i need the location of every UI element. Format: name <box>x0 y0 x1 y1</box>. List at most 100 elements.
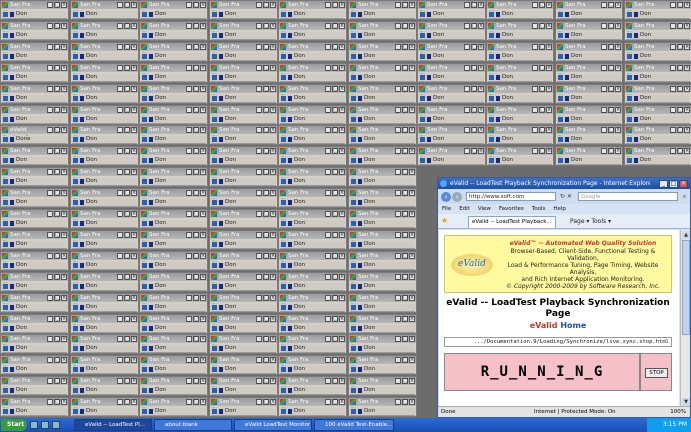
mini-viewport[interactable] <box>419 102 484 103</box>
mini-browser-window[interactable]: San Fra_□×StopDon <box>348 334 417 354</box>
mini-title-bar[interactable]: San Fra _ □ × <box>487 64 553 72</box>
mini-viewport[interactable] <box>350 206 415 207</box>
maximize-icon[interactable]: □ <box>539 2 545 8</box>
mini-browser-window[interactable]: San Fra_□×StopDon <box>0 376 69 396</box>
mini-browser-window[interactable]: San Fra_□×StopDon <box>70 42 139 62</box>
minimize-icon[interactable]: _ <box>117 148 123 154</box>
close-icon[interactable]: × <box>478 44 484 50</box>
maximize-icon[interactable]: □ <box>193 253 199 259</box>
maximize-icon[interactable]: □ <box>263 253 269 259</box>
mini-viewport[interactable] <box>626 143 690 144</box>
mini-browser-window[interactable]: San Fra_□×StopDon <box>348 42 417 62</box>
mini-title-bar[interactable]: San Fra _ □ × <box>349 106 416 114</box>
mini-browser-window[interactable]: San Fra_□×StopDon <box>278 188 347 208</box>
quicklaunch-desktop-icon[interactable] <box>30 421 38 429</box>
close-icon[interactable]: × <box>409 169 415 175</box>
maximize-icon[interactable]: □ <box>402 274 408 280</box>
mini-browser-window[interactable]: San Fra_□×StopDon <box>139 314 208 334</box>
maximize-icon[interactable]: □ <box>193 295 199 301</box>
close-icon[interactable]: × <box>270 107 276 113</box>
mini-title-bar[interactable]: San Fra _ □ × <box>210 231 277 239</box>
minimize-icon[interactable]: _ <box>325 378 331 384</box>
mini-browser-window[interactable]: San Fra_□×StopDon <box>139 209 208 229</box>
mini-title-bar[interactable]: San Fra _ □ × <box>1 168 68 176</box>
mini-viewport[interactable] <box>350 311 415 312</box>
mini-browser-window[interactable]: San Fra_□×StopDon <box>209 105 278 125</box>
minimize-icon[interactable]: _ <box>117 44 123 50</box>
minimize-icon[interactable]: _ <box>186 253 192 259</box>
mini-viewport[interactable] <box>350 373 415 374</box>
minimize-icon[interactable]: _ <box>464 148 470 154</box>
minimize-icon[interactable]: _ <box>117 378 123 384</box>
mini-browser-window[interactable]: San Fra_□×StopDon <box>0 188 69 208</box>
maximize-icon[interactable]: □ <box>124 357 130 363</box>
mini-browser-window[interactable]: San Fra_□×StopDon <box>278 146 347 166</box>
minimize-icon[interactable]: _ <box>117 316 123 322</box>
mini-title-bar[interactable]: San Fra _ □ × <box>71 315 138 323</box>
minimize-icon[interactable]: _ <box>186 44 192 50</box>
mini-viewport[interactable] <box>72 290 137 291</box>
minimize-icon[interactable]: _ <box>117 190 123 196</box>
close-icon[interactable]: × <box>270 169 276 175</box>
minimize-icon[interactable]: _ <box>395 274 401 280</box>
minimize-icon[interactable]: _ <box>325 336 331 342</box>
mini-browser-window[interactable]: San Fra_□×StopDon <box>555 84 623 104</box>
mini-viewport[interactable] <box>141 248 206 249</box>
mini-browser-window[interactable]: eValid_□×Explore BoDone <box>0 125 69 145</box>
mini-browser-window[interactable]: San Fra_□×StopDon <box>348 146 417 166</box>
mini-browser-window[interactable]: San Fra_□×StopDon <box>70 209 139 229</box>
mini-browser-window[interactable]: San Fra_□×StopDon <box>139 376 208 396</box>
mini-viewport[interactable] <box>350 81 415 82</box>
mini-browser-window[interactable]: San Fra_□×StopDon <box>624 105 691 125</box>
maximize-icon[interactable]: □ <box>193 86 199 92</box>
close-icon[interactable]: × <box>478 2 484 8</box>
close-icon[interactable]: × <box>61 378 67 384</box>
close-icon[interactable]: × <box>200 274 206 280</box>
mini-title-bar[interactable]: San Fra _ □ × <box>556 22 622 30</box>
mini-browser-window[interactable]: San Fra_□×StopDon <box>486 0 554 20</box>
minimize-icon[interactable]: _ <box>670 148 676 154</box>
scroll-down-icon[interactable]: ▼ <box>682 398 690 406</box>
mini-browser-window[interactable]: San Fra_□×StopDon <box>70 272 139 292</box>
mini-viewport[interactable] <box>141 102 206 103</box>
minimize-icon[interactable]: _ <box>117 336 123 342</box>
mini-browser-window[interactable]: San Fra_□×StopDon <box>486 63 554 83</box>
maximize-icon[interactable]: □ <box>677 23 683 29</box>
mini-title-bar[interactable]: San Fra _ □ × <box>625 106 691 114</box>
maximize-icon[interactable]: □ <box>54 169 60 175</box>
close-icon[interactable]: × <box>61 190 67 196</box>
mini-browser-window[interactable]: San Fra_□×StopDon <box>139 167 208 187</box>
maximize-icon[interactable]: □ <box>332 274 338 280</box>
mini-title-bar[interactable]: San Fra _ □ × <box>279 356 346 364</box>
minimize-icon[interactable]: _ <box>256 190 262 196</box>
maximize-icon[interactable]: □ <box>539 86 545 92</box>
maximize-icon[interactable]: □ <box>124 86 130 92</box>
maximize-icon[interactable]: □ <box>677 2 683 8</box>
minimize-icon[interactable]: _ <box>256 65 262 71</box>
favorites-star-icon[interactable]: ★ <box>441 216 448 225</box>
close-icon[interactable]: × <box>270 399 276 405</box>
close-icon[interactable]: × <box>200 169 206 175</box>
mini-title-bar[interactable]: San Fra _ □ × <box>71 210 138 218</box>
minimize-icon[interactable]: _ <box>601 148 607 154</box>
mini-browser-window[interactable]: San Fra_□×StopDon <box>348 21 417 41</box>
mini-viewport[interactable] <box>72 81 137 82</box>
mini-browser-window[interactable]: San Fra_□×StopDon <box>0 21 69 41</box>
mini-title-bar[interactable]: San Fra _ □ × <box>140 43 207 51</box>
maximize-icon[interactable]: □ <box>193 399 199 405</box>
mini-title-bar[interactable]: San Fra _ □ × <box>349 147 416 155</box>
vertical-scrollbar[interactable]: ▲ ▼ <box>680 230 690 407</box>
mini-viewport[interactable] <box>72 227 137 228</box>
maximize-icon[interactable]: □ <box>193 316 199 322</box>
mini-title-bar[interactable]: San Fra _ □ × <box>1 231 68 239</box>
minimize-icon[interactable]: _ <box>395 295 401 301</box>
mini-title-bar[interactable]: San Fra _ □ × <box>140 377 207 385</box>
close-icon[interactable]: × <box>478 148 484 154</box>
minimize-icon[interactable]: _ <box>325 23 331 29</box>
maximize-icon[interactable]: □ <box>402 316 408 322</box>
minimize-icon[interactable]: _ <box>601 65 607 71</box>
mini-viewport[interactable] <box>350 269 415 270</box>
mini-browser-window[interactable]: San Fra_□×StopDon <box>209 314 278 334</box>
mini-title-bar[interactable]: San Fra _ □ × <box>349 315 416 323</box>
maximize-icon[interactable]: □ <box>54 2 60 8</box>
